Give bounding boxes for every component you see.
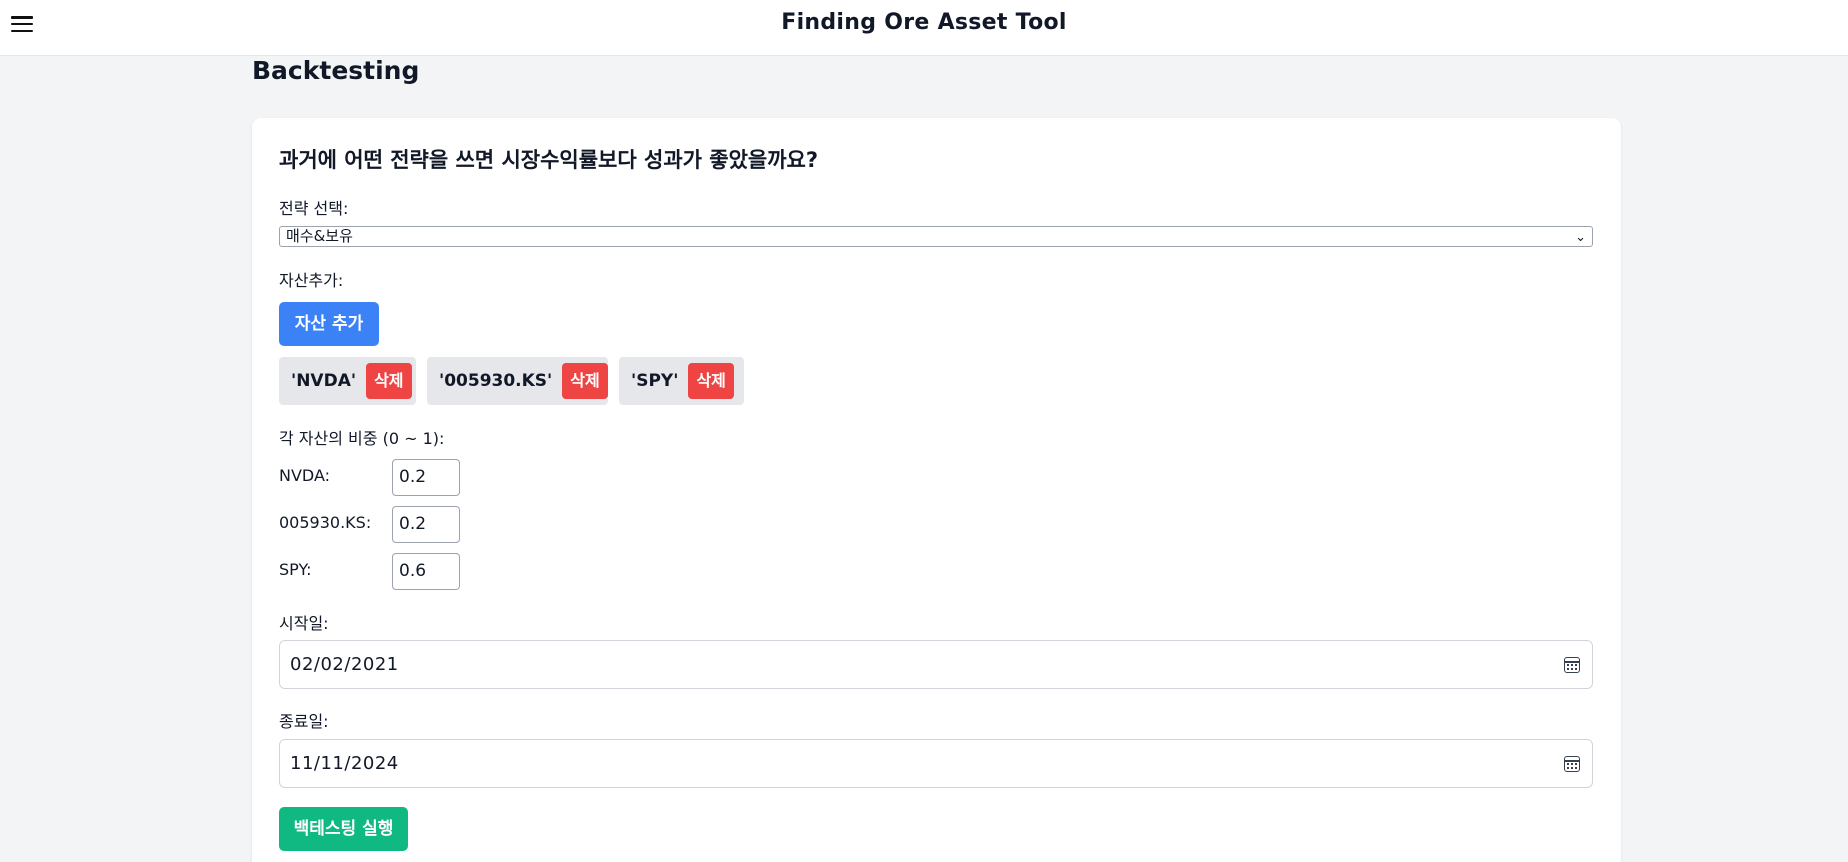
app-title: Finding Ore Asset Tool: [781, 10, 1067, 35]
question-heading: 과거에 어떤 전략을 쓰면 시장수익률보다 성과가 좋았을까요?: [279, 148, 819, 172]
end-date-value: 11/11/2024: [290, 753, 399, 774]
strategy-label: 전략 선택:: [279, 199, 349, 218]
delete-asset-button[interactable]: 삭제: [562, 363, 608, 399]
weight-input-nvda[interactable]: 0.2: [392, 459, 460, 496]
run-backtest-button[interactable]: 백테스팅 실행: [279, 807, 408, 851]
weight-label-005930ks: 005930.KS:: [279, 513, 372, 532]
top-navbar: Finding Ore Asset Tool: [0, 0, 1848, 56]
asset-chip: '005930.KS' 삭제: [427, 357, 608, 405]
weights-label: 각 자산의 비중 (0 ~ 1):: [279, 429, 445, 448]
asset-chip: 'SPY' 삭제: [619, 357, 744, 405]
delete-asset-button[interactable]: 삭제: [366, 363, 412, 399]
weight-label-spy: SPY:: [279, 560, 312, 579]
asset-chip-label: 'NVDA': [291, 371, 357, 391]
delete-asset-button[interactable]: 삭제: [688, 363, 734, 399]
chevron-down-icon: ⌄: [1575, 230, 1586, 245]
calendar-icon[interactable]: [1564, 756, 1580, 772]
strategy-select[interactable]: 매수&보유 ⌄: [279, 226, 1593, 247]
end-date-label: 종료일:: [279, 712, 329, 731]
start-date-label: 시작일:: [279, 614, 329, 633]
asset-chip: 'NVDA' 삭제: [279, 357, 416, 405]
strategy-selected-value: 매수&보유: [286, 227, 353, 245]
add-asset-button[interactable]: 자산 추가: [279, 302, 379, 346]
asset-chip-label: 'SPY': [631, 371, 679, 391]
weight-input-005930ks[interactable]: 0.2: [392, 506, 460, 543]
weight-label-nvda: NVDA:: [279, 466, 331, 485]
add-asset-label: 자산추가:: [279, 271, 344, 290]
weight-input-spy[interactable]: 0.6: [392, 553, 460, 590]
asset-chip-label: '005930.KS': [439, 371, 553, 391]
calendar-icon[interactable]: [1564, 657, 1580, 673]
page-title: Backtesting: [252, 56, 420, 85]
end-date-input[interactable]: 11/11/2024: [279, 739, 1593, 788]
start-date-value: 02/02/2021: [290, 654, 399, 675]
start-date-input[interactable]: 02/02/2021: [279, 640, 1593, 689]
